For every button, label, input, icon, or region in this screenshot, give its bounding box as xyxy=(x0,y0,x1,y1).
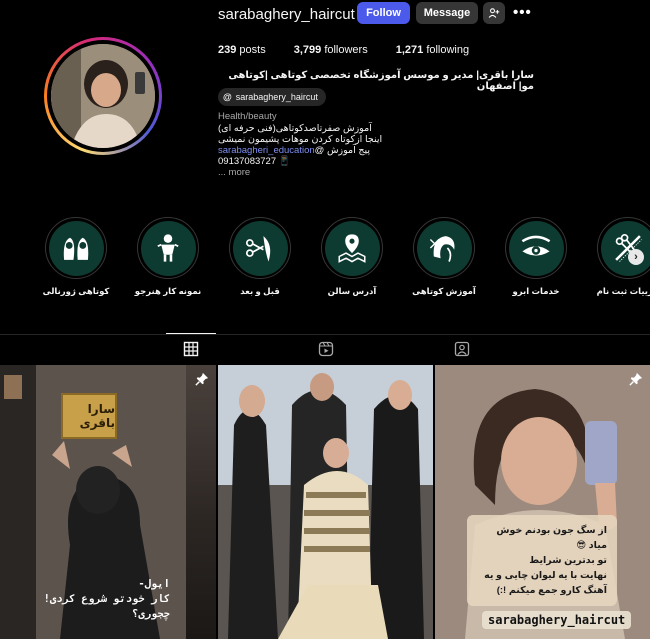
posts-stat: 239 posts xyxy=(218,44,266,56)
highlight-cover xyxy=(508,220,564,276)
pinned-post-indicator xyxy=(195,372,209,386)
highlight-brow-services[interactable]: خدمات ابرو xyxy=(490,217,582,297)
highlight-label: نمونه کار هنرجو xyxy=(134,286,202,296)
highlight-label: جزییات ثبت نام xyxy=(596,286,650,296)
tab-posts[interactable] xyxy=(183,341,199,357)
active-tab-indicator xyxy=(166,333,216,334)
highlight-label: خدمات ابرو xyxy=(512,286,560,296)
highlight-haircut-training[interactable]: آموزش کوتاهی xyxy=(398,217,490,297)
highlight-label: آموزش کوتاهی xyxy=(412,286,476,296)
posts-count: 239 xyxy=(218,44,237,56)
followers-count: 3,799 xyxy=(293,44,322,56)
post-3-line-3: نهایت با یه لیوان چایی و یه xyxy=(484,570,607,581)
bio-line-2: اینجا ازکوتاه کردن موهات پشیمون نمیشی xyxy=(218,134,383,145)
highlight-cover xyxy=(232,220,288,276)
grid-icon xyxy=(183,341,199,357)
highlight-student-work[interactable]: نمونه کار هنرجو xyxy=(122,217,214,297)
pinned-post-indicator xyxy=(629,372,643,386)
tabs-divider xyxy=(0,334,650,335)
post-3-line-1: از سگ جون بودنم خوش میاد 😎 xyxy=(496,525,607,551)
bio-more-link[interactable]: ... more xyxy=(218,167,382,178)
name-plaque: سارا باقری xyxy=(61,393,117,439)
highlight-ring xyxy=(597,217,650,279)
highlight-before-after[interactable]: قبل و بعد xyxy=(214,217,306,297)
more-horizontal-icon: ••• xyxy=(513,4,532,21)
highlight-label: آدرس سالن xyxy=(327,286,377,296)
avatar-photo xyxy=(51,44,155,148)
location-map-icon xyxy=(338,234,366,263)
post-1-caption: ایول- کار خودتو شروع کردی! چجوری؟ xyxy=(40,577,170,622)
following-count: 1,271 xyxy=(395,44,424,56)
threads-icon: @ xyxy=(223,92,232,102)
username: sarabaghery_haircut xyxy=(218,6,355,23)
pin-icon xyxy=(195,372,209,386)
post-3-username-tag: sarabaghery_haircut xyxy=(482,611,632,629)
profile-picture-gap xyxy=(47,40,159,152)
highlight-label: قبل و بعد xyxy=(240,286,280,296)
education-page-link[interactable]: sarabagheri_education xyxy=(218,145,315,156)
post-thumbnail-2[interactable] xyxy=(218,365,433,639)
post-1-caption-line-3: چجوری؟ xyxy=(132,608,170,620)
bio-phone: 09137083727 📱 xyxy=(218,156,291,167)
highlight-cover xyxy=(140,220,196,276)
highlight-women-hair[interactable]: کوتاهی ژورنالی xyxy=(30,217,122,297)
highlight-cover xyxy=(48,220,104,276)
story-highlights: کوتاهی ژورنالی نمونه کار هنرجو قبل و بعد xyxy=(30,217,650,302)
student-icon xyxy=(157,234,179,262)
following-stat[interactable]: 1,271 following xyxy=(396,44,469,56)
highlight-salon-address[interactable]: آدرس سالن xyxy=(306,217,398,297)
post-1-caption-line-2: کار خودتو شروع کردی! xyxy=(43,593,170,605)
following-label: following xyxy=(426,44,470,56)
profile-picture-ring[interactable] xyxy=(44,37,162,155)
suggested-accounts-button[interactable] xyxy=(483,2,505,24)
highlight-ring xyxy=(45,217,107,279)
highlight-ring xyxy=(505,217,567,279)
bio-line-1: آموزش صفرتاصدکوتاهی(فنی حرفه ای) xyxy=(218,123,372,134)
chevron-right-icon: › xyxy=(634,251,638,263)
scissors-hair-icon xyxy=(245,236,271,262)
tab-tagged[interactable] xyxy=(454,341,470,357)
followers-label: followers xyxy=(324,44,368,56)
highlight-ring xyxy=(137,217,199,279)
add-person-icon xyxy=(488,8,500,18)
post-3-text-overlay: از سگ جون بودنم خوش میاد 😎 تو بدترین شرا… xyxy=(467,515,617,606)
threads-badge[interactable]: @ sarabaghery_haircut xyxy=(218,88,326,106)
more-options-button[interactable]: ••• xyxy=(513,4,532,21)
follow-button[interactable]: Follow xyxy=(357,2,410,24)
post-1-caption-line-1: ایول- xyxy=(138,578,170,590)
post-thumbnail-1[interactable]: سارا باقری ایول- کار خودتو شروع کردی! چج… xyxy=(0,365,216,639)
post-thumbnail-3[interactable]: از سگ جون بودنم خوش میاد 😎 تو بدترین شرا… xyxy=(435,365,650,639)
profile-stats: 239 posts 3,799 followers 1,271 followin… xyxy=(218,44,497,56)
highlight-ring xyxy=(321,217,383,279)
message-button[interactable]: Message xyxy=(416,2,478,24)
followers-stat[interactable]: 3,799 followers xyxy=(294,44,368,56)
tagged-user-icon xyxy=(454,341,470,357)
highlight-label: کوتاهی ژورنالی xyxy=(42,286,110,296)
posts-label: posts xyxy=(239,44,266,56)
threads-handle: sarabaghery_haircut xyxy=(235,92,318,102)
bio-text: آموزش صفرتاصدکوتاهی(فنی حرفه ای) اینجا ا… xyxy=(218,123,382,178)
reels-icon xyxy=(318,341,334,357)
highlight-ring xyxy=(413,217,475,279)
hair-model-icon xyxy=(429,236,455,262)
profile-category: Health/beauty xyxy=(218,111,277,122)
highlights-next-button[interactable]: › xyxy=(628,249,644,265)
highlight-cover xyxy=(416,220,472,276)
eye-brow-icon xyxy=(521,235,551,256)
highlight-ring xyxy=(229,217,291,279)
bio-line-3: پیج آموزش @sarabagheri_education xyxy=(218,145,382,156)
pin-icon xyxy=(629,372,643,386)
highlight-cover xyxy=(324,220,380,276)
post-3-line-4: آهنگ کارو جمع میکنم !:) xyxy=(496,585,607,596)
avatar[interactable] xyxy=(51,44,155,148)
post-3-line-2: تو بدترین شرایط xyxy=(529,555,607,566)
women-hair-icon xyxy=(63,237,89,260)
post-2-photo xyxy=(218,365,433,639)
tab-reels[interactable] xyxy=(318,341,334,357)
highlight-cover xyxy=(600,220,650,276)
bio-line-3-prefix: پیج آموزش @ xyxy=(314,145,371,156)
